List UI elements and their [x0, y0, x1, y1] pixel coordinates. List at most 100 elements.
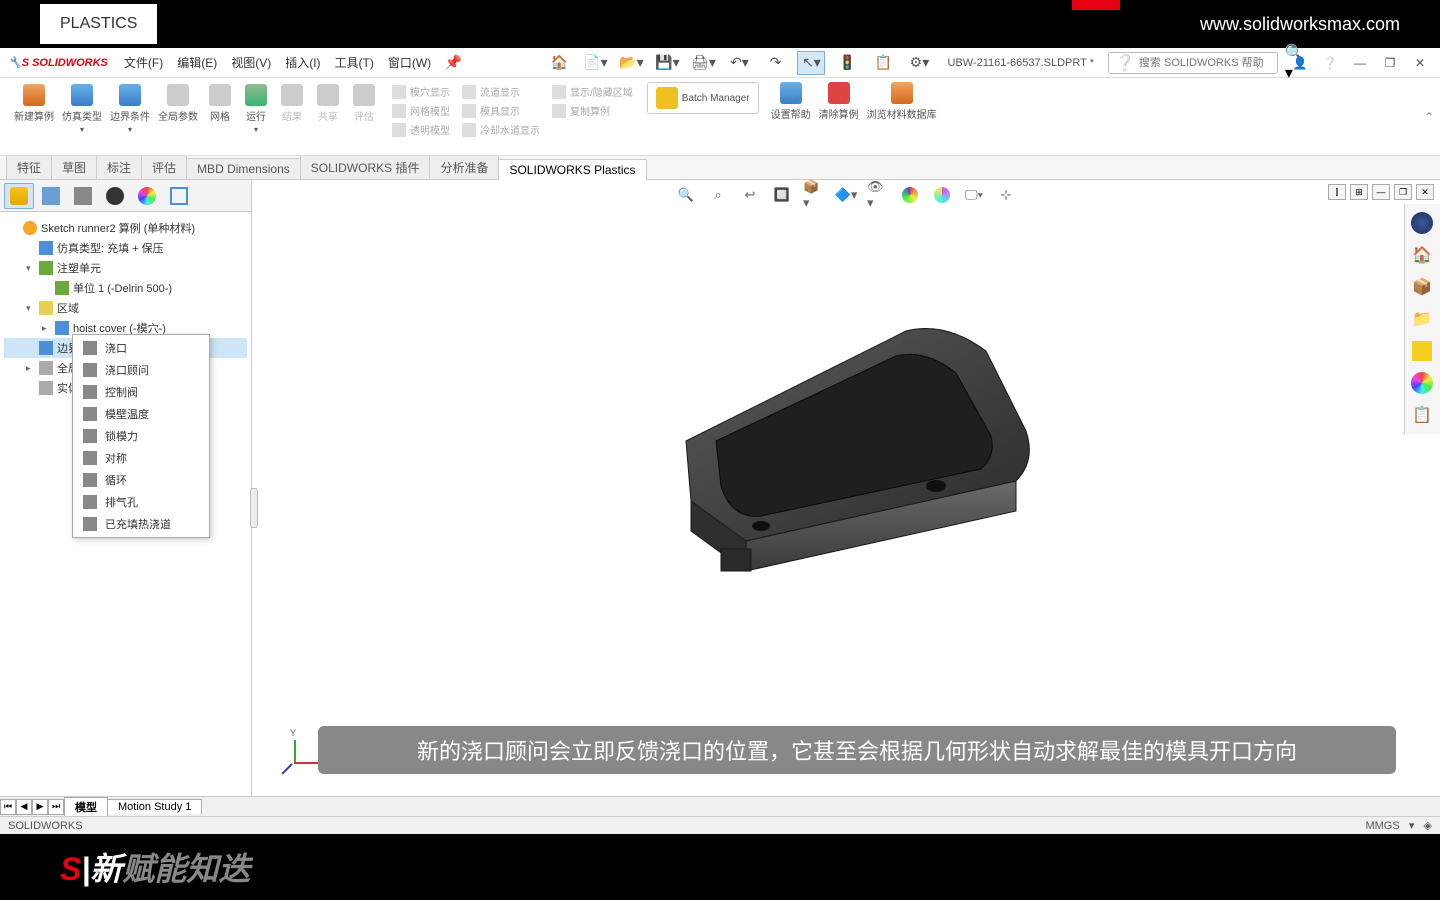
tree-sim-type[interactable]: 仿真类型: 充填 + 保压 — [4, 238, 247, 258]
ribbon-global-params[interactable]: 全局参数 — [154, 82, 202, 136]
viewport-split-icon[interactable]: ⫿ — [1328, 184, 1346, 200]
graphics-viewport[interactable]: 🔍 ⌕ ↩ 🔲 📦▾ 🔷▾ 👁▾ 🖵▾ ⊹ ⫿ ⊞ — ❐ ✕ — [252, 180, 1440, 796]
ctx-gate-advisor[interactable]: 浇口顾问 — [73, 359, 209, 381]
gear-icon[interactable]: ⚙▾ — [905, 51, 933, 75]
ctx-symmetry[interactable]: 对称 — [73, 447, 209, 469]
help-icon[interactable]: ❔ — [1318, 52, 1342, 74]
search-box[interactable]: ❔ 🔍▾ — [1108, 52, 1278, 74]
tab-features[interactable]: 特征 — [6, 155, 52, 179]
save-icon[interactable]: 💾▾ — [653, 51, 681, 75]
prev-view-icon[interactable]: ↩ — [739, 184, 761, 206]
select-icon[interactable]: ↖▾ — [797, 51, 825, 75]
video-subtitle: 新的浇口顾问会立即反馈浇口的位置，它甚至会根据几何形状自动求解最佳的模具开口方向 — [318, 726, 1396, 774]
menu-expand-icon[interactable]: 📌 — [439, 51, 467, 75]
ctx-clamp-force[interactable]: 锁模力 — [73, 425, 209, 447]
ctx-filled-hot-runner[interactable]: 已充填热浇道 — [73, 513, 209, 535]
menu-edit[interactable]: 编辑(E) — [171, 50, 223, 75]
form-icon[interactable]: 📋 — [869, 51, 897, 75]
panel-tab-dim[interactable] — [100, 183, 130, 209]
ribbon-setup-help[interactable]: 设置帮助 — [767, 80, 815, 153]
menu-file[interactable]: 文件(F) — [118, 50, 169, 75]
ribbon-mesh[interactable]: 网格 — [202, 82, 238, 136]
open-icon[interactable]: 📂▾ — [617, 51, 645, 75]
ribbon-batch-manager[interactable]: Batch Manager — [647, 82, 759, 114]
ctx-vent[interactable]: 排气孔 — [73, 491, 209, 513]
tree-study-root[interactable]: Sketch runner2 算例 (单种材料) — [4, 218, 247, 238]
menu-tools[interactable]: 工具(T) — [329, 50, 380, 75]
home-icon[interactable]: 🏠 — [545, 51, 573, 75]
ctx-wall-temp[interactable]: 模壁温度 — [73, 403, 209, 425]
dock-appearances[interactable] — [1407, 368, 1437, 398]
menu-insert[interactable]: 插入(I) — [279, 50, 326, 75]
ctx-cycle[interactable]: 循环 — [73, 469, 209, 491]
tab-nav-prev[interactable]: ◀ — [16, 799, 32, 815]
tab-nav-next[interactable]: ▶ — [32, 799, 48, 815]
ctx-gate[interactable]: 浇口 — [73, 337, 209, 359]
section-view-icon[interactable]: 🔲 — [771, 184, 793, 206]
zoom-fit-icon[interactable]: 🔍 — [675, 184, 697, 206]
tree-region[interactable]: ▾区域 — [4, 298, 247, 318]
viewport-new-icon[interactable]: ⊞ — [1350, 184, 1368, 200]
part-model[interactable] — [626, 301, 1066, 601]
panel-tab-feature-tree[interactable] — [4, 183, 34, 209]
minimize-button[interactable]: — — [1348, 52, 1372, 74]
ribbon-clear-study[interactable]: 清除算例 — [815, 80, 863, 153]
panel-split-handle[interactable] — [250, 488, 258, 528]
tab-nav-first[interactable]: ⏮ — [0, 799, 16, 815]
ribbon-boundary[interactable]: 边界条件▾ — [106, 82, 154, 136]
ctx-control-valve[interactable]: 控制阀 — [73, 381, 209, 403]
appearance-icon[interactable] — [899, 184, 921, 206]
close-button[interactable]: ✕ — [1408, 52, 1432, 74]
tree-injection-unit[interactable]: ▾注塑单元 — [4, 258, 247, 278]
panel-tab-appearance[interactable] — [132, 183, 162, 209]
new-icon[interactable]: 📄▾ — [581, 51, 609, 75]
tab-evaluate[interactable]: 评估 — [141, 155, 187, 179]
menu-view[interactable]: 视图(V) — [225, 50, 277, 75]
ribbon-material-db[interactable]: 浏览材料数据库 — [863, 80, 941, 153]
user-icon[interactable]: 👤 — [1288, 52, 1312, 74]
bottom-tab-model[interactable]: 模型 — [64, 797, 108, 816]
tab-annotate[interactable]: 标注 — [96, 155, 142, 179]
hide-show-icon[interactable]: 👁▾ — [867, 184, 889, 206]
tab-sketch[interactable]: 草图 — [51, 155, 97, 179]
menu-window[interactable]: 窗口(W) — [382, 50, 437, 75]
tab-plastics[interactable]: SOLIDWORKS Plastics — [498, 159, 646, 180]
tab-analysis-prep[interactable]: 分析准备 — [429, 155, 499, 179]
tab-addins[interactable]: SOLIDWORKS 插件 — [300, 155, 431, 179]
status-units[interactable]: MMGS — [1365, 820, 1399, 832]
coordinate-icon[interactable]: ⊹ — [995, 184, 1017, 206]
undo-icon[interactable]: ↶▾ — [725, 51, 753, 75]
redo-icon[interactable]: ↷ — [761, 51, 789, 75]
tree-material-unit[interactable]: 单位 1 (-Delrin 500-) — [4, 278, 247, 298]
status-bar: SOLIDWORKS MMGS ▾ ◈ — [0, 816, 1440, 834]
ribbon-collapse-icon[interactable]: ⌃ — [1424, 110, 1434, 124]
viewport-maximize[interactable]: ❐ — [1394, 184, 1412, 200]
tab-nav-last[interactable]: ⏭ — [48, 799, 64, 815]
panel-tab-property[interactable] — [36, 183, 66, 209]
search-input[interactable] — [1139, 57, 1281, 69]
tab-mbd[interactable]: MBD Dimensions — [186, 158, 301, 179]
scene-icon[interactable] — [931, 184, 953, 206]
ribbon-run[interactable]: 运行▾ — [238, 82, 274, 136]
dock-resources[interactable]: 📦 — [1407, 272, 1437, 302]
dock-file-explorer[interactable]: 📁 — [1407, 304, 1437, 334]
ribbon-sim-type[interactable]: 仿真类型▾ — [58, 82, 106, 136]
dock-view-palette[interactable] — [1407, 336, 1437, 366]
dock-custom-props[interactable]: 📋 — [1407, 400, 1437, 430]
print-icon[interactable]: 🖨▾ — [689, 51, 717, 75]
viewport-close[interactable]: ✕ — [1416, 184, 1434, 200]
view-orientation-icon[interactable]: 📦▾ — [803, 184, 825, 206]
zoom-area-icon[interactable]: ⌕ — [707, 184, 729, 206]
traffic-icon[interactable]: 🚦 — [833, 51, 861, 75]
display-style-icon[interactable]: 🔷▾ — [835, 184, 857, 206]
document-title: UBW-21161-66537.SLDPRT * — [947, 57, 1094, 69]
dock-home[interactable]: 🏠 — [1407, 240, 1437, 270]
dock-3dexperience[interactable] — [1407, 208, 1437, 238]
bottom-tab-motion[interactable]: Motion Study 1 — [107, 799, 202, 814]
view-settings-icon[interactable]: 🖵▾ — [963, 184, 985, 206]
panel-tab-config[interactable] — [68, 183, 98, 209]
ribbon-new-study[interactable]: 新建算例 — [10, 82, 58, 136]
viewport-minimize[interactable]: — — [1372, 184, 1390, 200]
restore-button[interactable]: ❐ — [1378, 52, 1402, 74]
panel-tab-plastics[interactable] — [164, 183, 194, 209]
